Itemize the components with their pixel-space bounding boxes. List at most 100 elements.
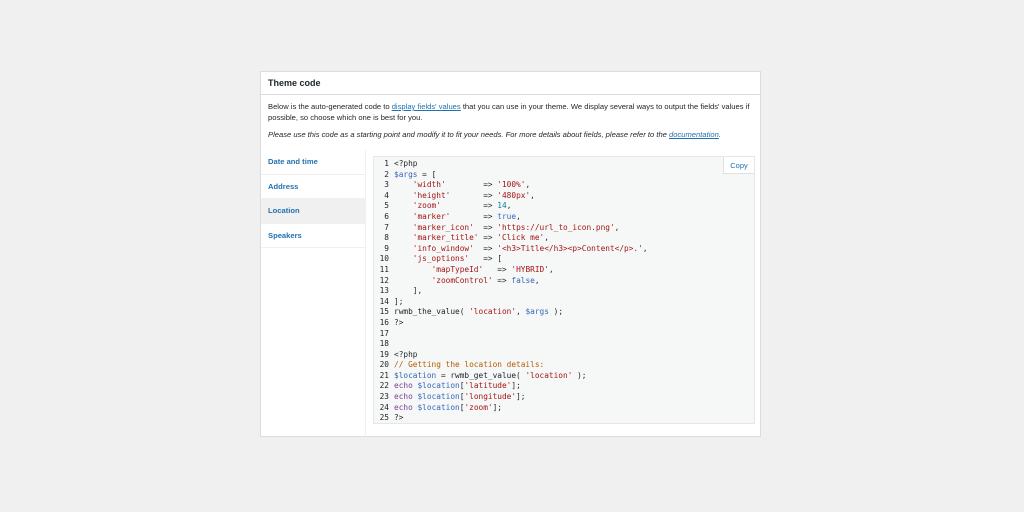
line-number: 4 — [384, 190, 389, 200]
code-block: 1 <?php 2 $args = [3 'width' => '100%', 4 'h… — [374, 157, 754, 423]
line-number: 13 — [379, 286, 389, 296]
line-number: 24 — [379, 402, 389, 412]
code-token: 'mapTypeId' — [431, 264, 484, 274]
code-token: 'location' — [469, 307, 517, 317]
code-token: 'latitude' — [464, 381, 512, 391]
code-line: 22 echo $location['latitude']; — [374, 381, 754, 392]
code-line: 2 $args = [ — [374, 170, 754, 181]
line-number: 6 — [384, 211, 389, 221]
code-text: 'zoom' => 14, — [394, 201, 512, 212]
code-line: 15 rwmb_the_value( 'location', $args ); — [374, 307, 754, 318]
intro-paragraph-2: Please use this code as a starting point… — [268, 130, 721, 139]
code-token: ]; — [394, 296, 404, 306]
code-token: $location — [394, 370, 437, 380]
code-token: ], — [394, 286, 423, 296]
code-token: $location — [417, 392, 460, 402]
code-text: 'mapTypeId' => 'HYBRID', — [394, 265, 554, 276]
code-text: 'info_window' => '<h3>Title</h3><p>Conte… — [394, 244, 648, 255]
code-text: 'width' => '100%', — [394, 180, 530, 191]
code-token: $args — [525, 307, 549, 317]
code-token: => [ — [469, 254, 502, 264]
code-text: echo $location['zoom']; — [394, 403, 502, 414]
display-fields-values-link[interactable]: display fields' values — [392, 102, 461, 111]
line-number: 15 — [379, 307, 389, 317]
line-number: 10 — [379, 254, 389, 264]
line-number: 2 — [384, 169, 389, 179]
code-line: 4 'height' => '480px', — [374, 191, 754, 202]
code-token: $location — [417, 402, 460, 412]
code-line: 10 'js_options' => [ — [374, 254, 754, 265]
code-token: 'zoom' — [412, 201, 441, 211]
code-line: 9 'info_window' => '<h3>Title</h3><p>Con… — [374, 244, 754, 255]
code-line: 21 $location = rwmb_get_value( 'location'… — [374, 371, 754, 382]
code-text: ]; — [394, 297, 403, 308]
code-text: ?> — [394, 318, 403, 329]
code-token: 'marker_title' — [412, 233, 479, 243]
field-tabs: Date and time Address Location Speakers — [261, 150, 365, 248]
code-line: 17 — [374, 329, 754, 340]
code-line: 18 — [374, 339, 754, 350]
code-text: 'marker' => true, — [394, 212, 521, 223]
code-token: 'location' — [525, 370, 573, 380]
code-text: 'zoomControl' => false, — [394, 276, 540, 287]
code-line: 23 echo $location['longitude']; — [374, 392, 754, 403]
code-token: $args — [394, 169, 418, 179]
code-token: ]; — [516, 392, 526, 402]
code-text: rwmb_the_value( 'location', $args ); — [394, 307, 563, 318]
code-token: ); — [572, 370, 587, 380]
code-token: , — [614, 222, 620, 232]
tab-address[interactable]: Address — [261, 175, 365, 199]
code-token: '480px' — [497, 190, 531, 200]
code-token: , — [544, 233, 549, 243]
documentation-link[interactable]: documentation — [669, 130, 719, 139]
line-number: 19 — [379, 349, 389, 359]
code-text: $location = rwmb_get_value( 'location' )… — [394, 371, 587, 382]
intro-paragraph-1: Below is the auto-generated code to disp… — [268, 102, 750, 122]
code-token: = [ — [417, 169, 437, 179]
code-token: => — [473, 243, 498, 253]
code-line: 14]; — [374, 297, 754, 308]
code-line: 8 'marker_title' => 'Click me', — [374, 233, 754, 244]
code-token: 'marker_icon' — [412, 222, 474, 232]
code-token: true — [497, 211, 517, 221]
line-number: 5 — [384, 201, 389, 211]
code-token: 14 — [497, 201, 507, 211]
code-token: => — [478, 233, 498, 243]
code-text: 'marker_title' => 'Click me', — [394, 233, 549, 244]
code-token: => — [450, 211, 498, 221]
code-token: 'info_window' — [412, 243, 474, 253]
tab-location[interactable]: Location — [261, 199, 365, 224]
code-line: 13 ], — [374, 286, 754, 297]
code-token: 'height' — [412, 190, 451, 200]
code-token: => — [473, 222, 498, 232]
code-token: , — [534, 275, 540, 285]
code-line: 19 <?php — [374, 350, 754, 361]
code-token: ]; — [511, 381, 521, 391]
code-token: echo — [394, 402, 413, 412]
code-token: , — [548, 264, 554, 274]
code-text: 'height' => '480px', — [394, 191, 535, 202]
tab-date-and-time[interactable]: Date and time — [261, 150, 365, 175]
code-token: , — [530, 190, 535, 200]
code-token: '<h3>Title</h3><p>Content</p>.' — [497, 243, 643, 253]
code-token: => — [450, 190, 498, 200]
code-token: 'longitude' — [464, 392, 517, 402]
tab-speakers[interactable]: Speakers — [261, 224, 365, 248]
code-token: 'Click me' — [497, 233, 545, 243]
code-line: 11 'mapTypeId' => 'HYBRID', — [374, 265, 754, 276]
metabox-header: Theme code — [261, 72, 760, 95]
code-text: $args = [ — [394, 170, 436, 181]
copy-button[interactable]: Copy — [723, 157, 754, 174]
code-token: $location — [417, 381, 460, 391]
code-text: ], — [394, 286, 422, 297]
line-number: 16 — [379, 317, 389, 327]
theme-code-metabox: Theme code Below is the auto-generated c… — [260, 71, 761, 437]
code-token: , — [506, 201, 512, 211]
code-token: => — [445, 180, 498, 190]
code-text: <?php — [394, 159, 417, 170]
